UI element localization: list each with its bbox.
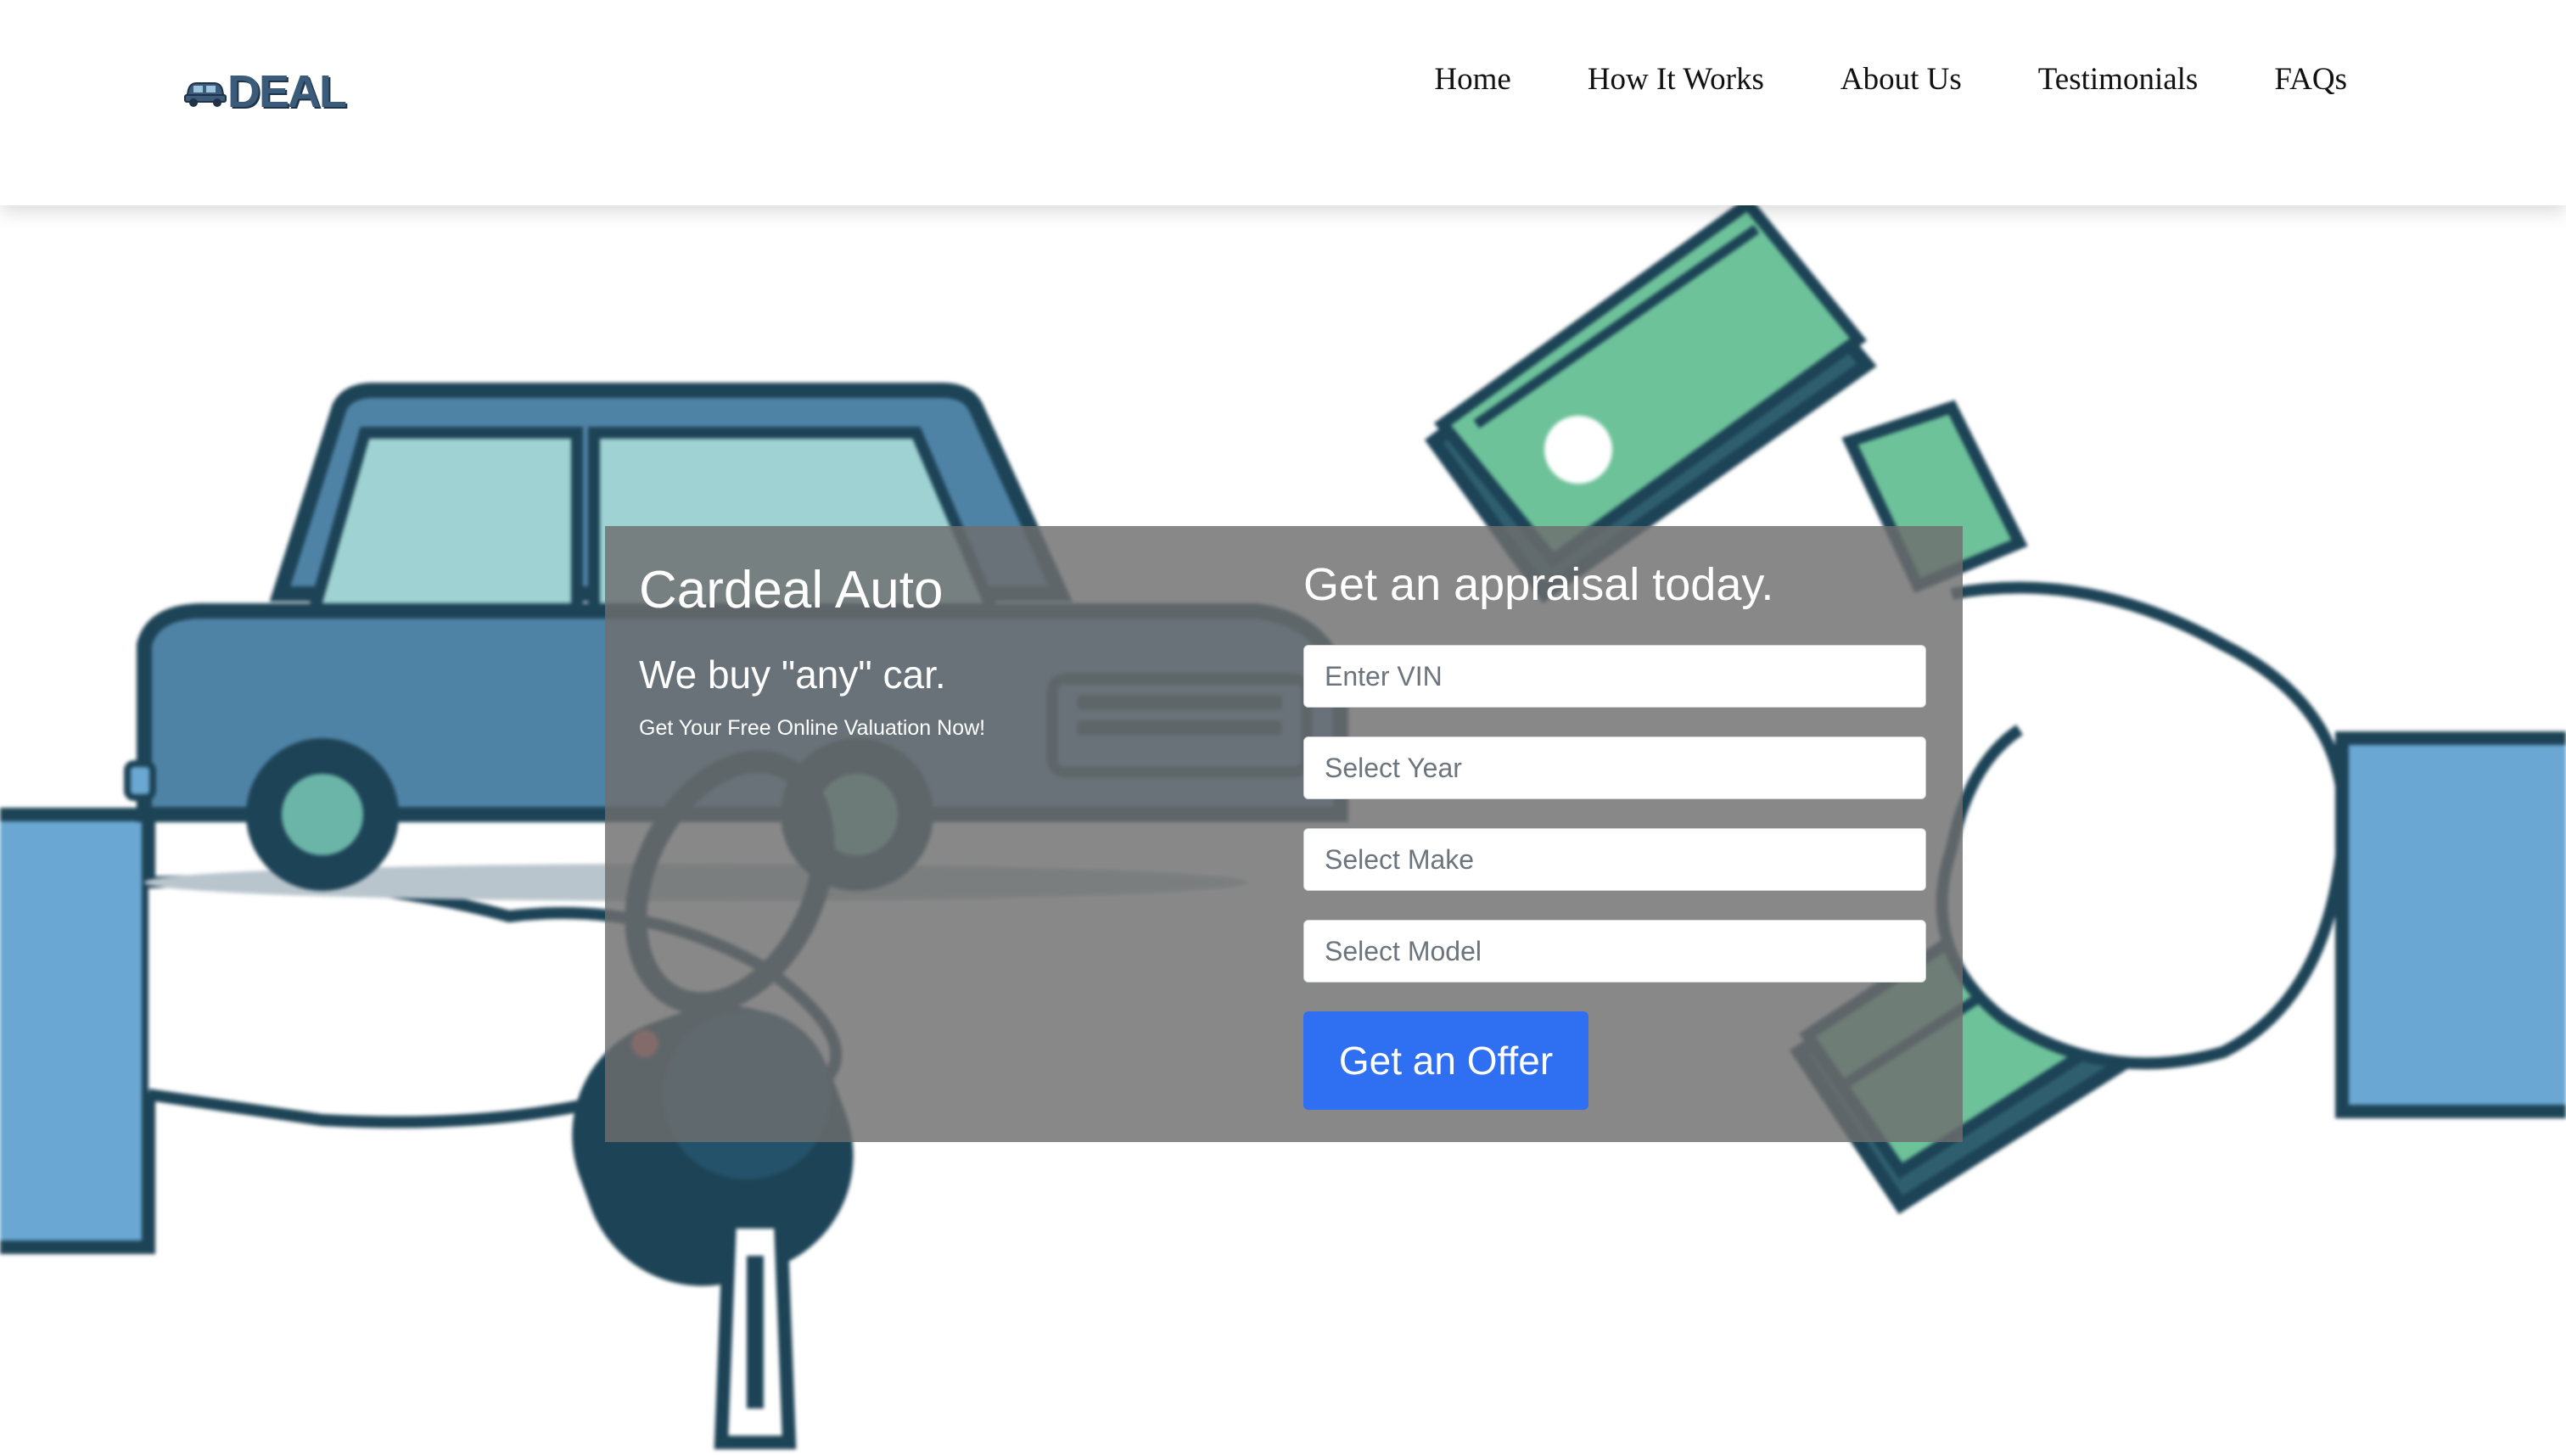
logo-text: DEAL [227,66,347,117]
nav-testimonials[interactable]: Testimonials [2038,61,2199,98]
brand-title: Cardeal Auto [639,561,944,619]
vin-input[interactable] [1303,645,1926,708]
nav-how-it-works[interactable]: How It Works [1588,61,1764,98]
appraisal-panel: Cardeal Auto We buy "any" car. Get Your … [605,526,1963,1142]
site-header: DEAL Home How It Works About Us Testimon… [0,0,2566,205]
site-logo[interactable]: DEAL [182,66,347,117]
get-offer-button[interactable]: Get an Offer [1303,1011,1588,1110]
tagline: We buy "any" car. [639,652,946,697]
appraisal-form-title: Get an appraisal today. [1303,559,1774,610]
main-nav: Home How It Works About Us Testimonials … [1434,61,2347,98]
valuation-subline: Get Your Free Online Valuation Now! [639,716,986,740]
car-logo-icon [184,82,227,107]
right-hand-icon [1936,581,2350,1070]
model-select[interactable] [1303,920,1926,983]
make-select[interactable] [1303,828,1926,891]
left-sleeve-icon [0,808,155,1254]
nav-home[interactable]: Home [1434,61,1510,98]
nav-about-us[interactable]: About Us [1840,61,1962,98]
year-select[interactable] [1303,736,1926,799]
right-sleeve-icon [2335,731,2566,1118]
nav-faqs[interactable]: FAQs [2274,61,2347,98]
